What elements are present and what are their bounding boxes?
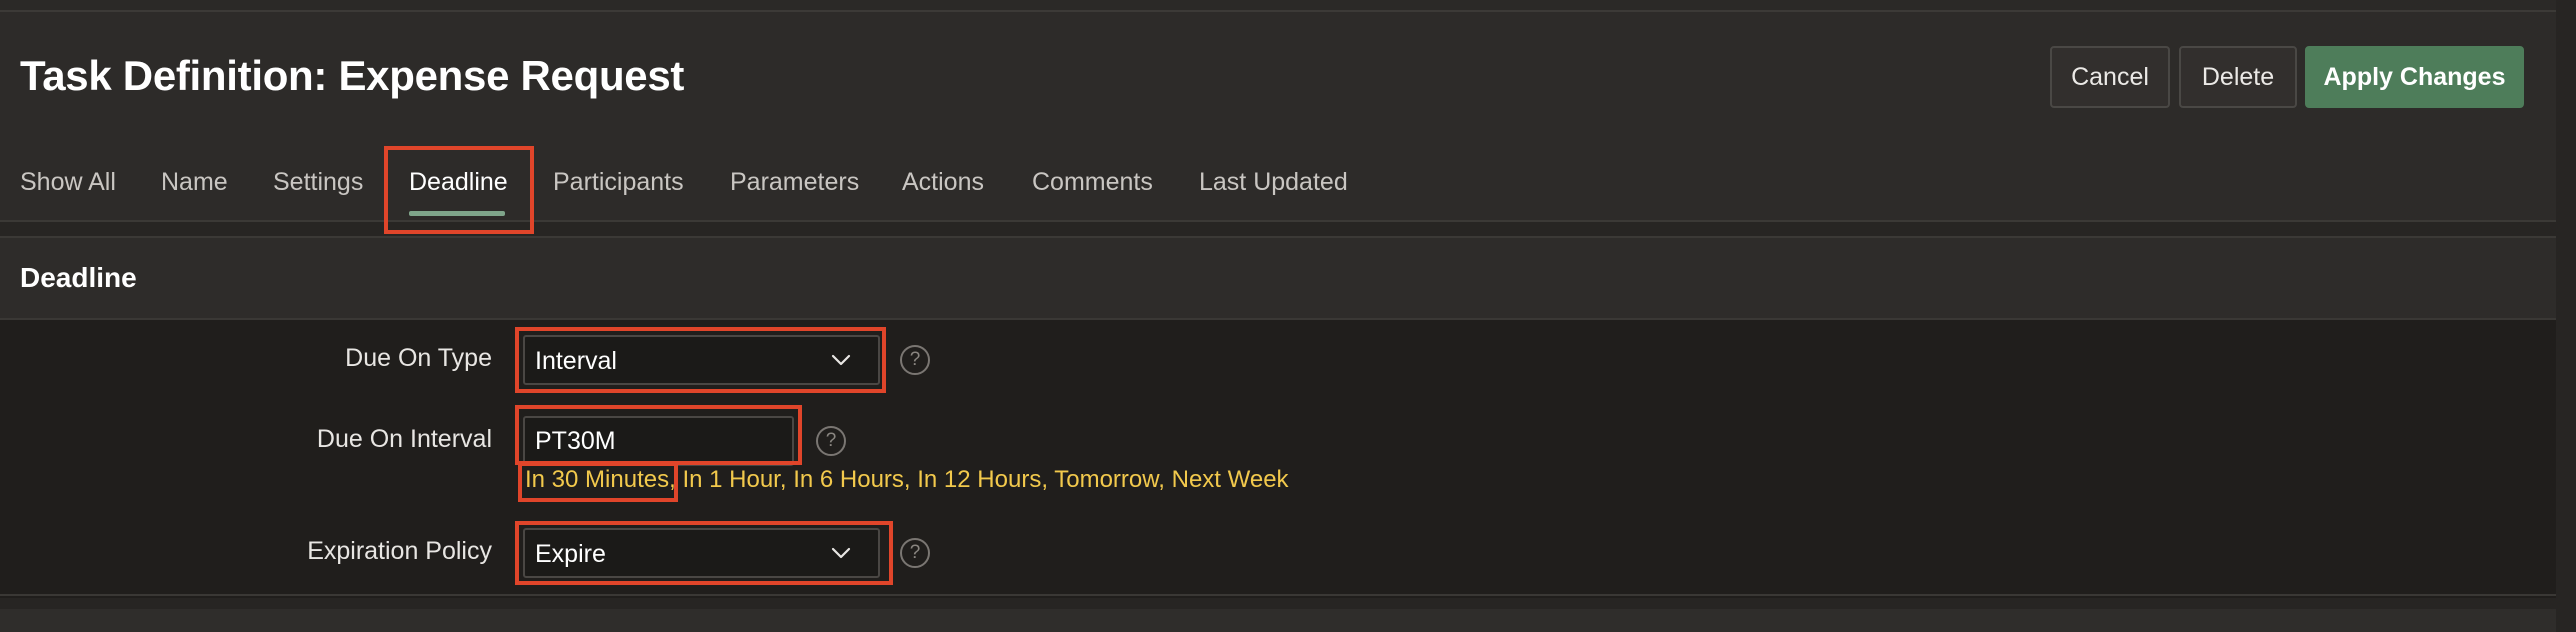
tab-parameters[interactable]: Parameters	[730, 168, 859, 222]
top-strip	[0, 0, 2556, 12]
tab-participants[interactable]: Participants	[553, 168, 684, 222]
page-title: Task Definition: Expense Request	[20, 52, 685, 99]
expiration-policy-select[interactable]: Expire	[523, 528, 880, 578]
tab-show-all[interactable]: Show All	[20, 168, 116, 222]
expiration-policy-value: Expire	[535, 540, 606, 568]
tab-actions[interactable]: Actions	[902, 168, 984, 222]
due-on-interval-label: Due On Interval	[316, 425, 492, 453]
cancel-button[interactable]: Cancel	[2050, 46, 2170, 108]
due-on-type-help-icon[interactable]: ?	[900, 345, 930, 375]
tab-bar: Show All Name Settings Deadline Particip…	[0, 148, 1500, 208]
page: Task Definition: Expense Request Cancel …	[0, 0, 2576, 632]
due-on-type-value: Interval	[535, 347, 617, 375]
apply-changes-button[interactable]: Apply Changes	[2305, 46, 2524, 108]
quick-pick-12-hours[interactable]: In 12 Hours	[917, 466, 1041, 493]
quick-pick-6-hours[interactable]: In 6 Hours	[793, 466, 904, 493]
region-divider	[0, 594, 2556, 596]
region-header: Deadline	[0, 238, 2556, 320]
due-on-type-label: Due On Type	[345, 344, 492, 372]
quick-pick-tomorrow[interactable]: Tomorrow	[1054, 466, 1158, 493]
expiration-policy-label: Expiration Policy	[307, 537, 492, 565]
tab-last-updated[interactable]: Last Updated	[1199, 168, 1348, 222]
quick-pick-30-minutes[interactable]: In 30 Minutes	[525, 466, 669, 493]
chevron-down-icon	[831, 354, 851, 366]
quick-pick-next-week[interactable]: Next Week	[1172, 466, 1289, 493]
expiration-policy-help-icon[interactable]: ?	[900, 538, 930, 568]
due-on-type-select[interactable]: Interval	[523, 335, 880, 385]
tab-name[interactable]: Name	[161, 168, 228, 222]
due-on-interval-input[interactable]	[523, 416, 794, 466]
region-title: Deadline	[20, 262, 137, 293]
delete-button[interactable]: Delete	[2179, 46, 2297, 108]
footer-strip	[0, 609, 2556, 632]
chevron-down-icon	[831, 547, 851, 559]
tab-settings[interactable]: Settings	[273, 168, 363, 222]
interval-quick-picks: In 30 Minutes, In 1 Hour, In 6 Hours, In…	[525, 466, 1289, 493]
tab-comments[interactable]: Comments	[1032, 168, 1153, 222]
quick-pick-1-hour[interactable]: In 1 Hour	[682, 466, 779, 493]
active-tab-indicator	[409, 211, 505, 216]
due-on-interval-help-icon[interactable]: ?	[816, 426, 846, 456]
